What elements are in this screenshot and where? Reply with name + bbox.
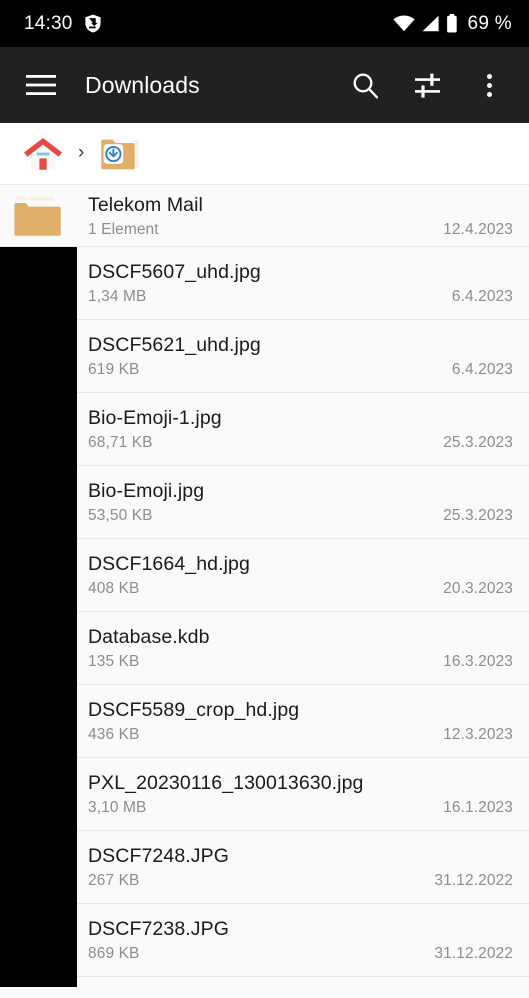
- file-name: PXL_20230116_130013630.jpg: [88, 772, 364, 794]
- status-bar-left: 14:30: [24, 13, 102, 35]
- battery-percent-label: 69 %: [467, 12, 512, 34]
- cell-signal-icon: [421, 15, 440, 32]
- search-icon: [352, 72, 379, 99]
- file-subline: 619 KB 6.4.2023: [88, 361, 517, 379]
- file-date: 25.3.2023: [443, 434, 513, 451]
- folder-icon: [8, 190, 76, 242]
- file-name: DSCF1664_hd.jpg: [88, 553, 250, 575]
- file-name: DSCF7238.JPG: [88, 918, 230, 940]
- file-size: 135 KB: [88, 653, 140, 670]
- list-item[interactable]: Database.kdb 135 KB 16.3.2023: [0, 612, 529, 685]
- file-size: 408 KB: [88, 580, 140, 597]
- list-item-meta: PXL_20230116_130013630.jpg 3,10 MB 16.1.…: [76, 771, 529, 817]
- list-item-meta: Bio-Emoji.jpg 53,50 KB 25.3.2023: [76, 479, 529, 525]
- file-name: DSCF5621_uhd.jpg: [88, 334, 261, 356]
- file-date: 16.3.2023: [443, 653, 513, 670]
- file-date: 12.4.2023: [443, 220, 513, 238]
- status-bar-right: 69 %: [393, 13, 512, 35]
- wifi-icon: [393, 15, 416, 32]
- tune-sliders-icon: [414, 72, 441, 99]
- list-item-meta: Database.kdb 135 KB 16.3.2023: [76, 625, 529, 671]
- file-size: 619 KB: [88, 361, 140, 378]
- file-name: Telekom Mail: [88, 193, 203, 216]
- filter-button[interactable]: [405, 63, 449, 107]
- list-item[interactable]: PXL_20230116_130013630.jpg 3,10 MB 16.1.…: [0, 758, 529, 831]
- list-item[interactable]: DSCF7248.JPG 267 KB 31.12.2022: [0, 831, 529, 904]
- file-size: 436 KB: [88, 726, 140, 743]
- file-date: 25.3.2023: [443, 507, 513, 524]
- list-item-meta: DSCF5607_uhd.jpg 1,34 MB 6.4.2023: [76, 260, 529, 306]
- file-subline: 267 KB 31.12.2022: [88, 872, 517, 890]
- status-bar-clock: 14:30: [24, 12, 73, 34]
- list-item-meta: DSCF5621_uhd.jpg 619 KB 6.4.2023: [76, 333, 529, 379]
- file-name: Database.kdb: [88, 626, 210, 648]
- list-item-meta: DSCF7248.JPG 267 KB 31.12.2022: [76, 844, 529, 890]
- list-item[interactable]: DSCF7238.JPG 869 KB 31.12.2022: [0, 904, 529, 977]
- file-size: 1 Element: [88, 220, 159, 238]
- file-date: 12.3.2023: [443, 726, 513, 743]
- file-subline: 408 KB 20.3.2023: [88, 580, 517, 598]
- battery-icon: [446, 14, 458, 33]
- file-subline: 436 KB 12.3.2023: [88, 726, 517, 744]
- downloads-folder-icon: [98, 134, 142, 174]
- list-item[interactable]: DSCF5607_uhd.jpg 1,34 MB 6.4.2023: [0, 247, 529, 320]
- page-title: Downloads: [85, 71, 200, 98]
- shield-sync-icon: [84, 14, 102, 33]
- list-item-meta: DSCF7238.JPG 869 KB 31.12.2022: [76, 917, 529, 963]
- status-bar: 14:30 69 %: [0, 0, 529, 47]
- file-date: 16.1.2023: [443, 799, 513, 816]
- hamburger-menu-icon: [26, 74, 56, 96]
- list-item[interactable]: Bio-Emoji-1.jpg 68,71 KB 25.3.2023: [0, 393, 529, 466]
- list-item-meta: Telekom Mail 1 Element 12.4.2023: [76, 193, 529, 239]
- file-name: DSCF7248.JPG: [88, 845, 230, 867]
- file-subline: 1,34 MB 6.4.2023: [88, 288, 517, 306]
- file-subline: 53,50 KB 25.3.2023: [88, 507, 517, 525]
- file-size: 68,71 KB: [88, 434, 153, 451]
- file-date: 31.12.2022: [434, 872, 513, 889]
- breadcrumb-separator: ›: [78, 141, 85, 163]
- list-item[interactable]: DSCF5589_crop_hd.jpg 436 KB 12.3.2023: [0, 685, 529, 758]
- list-item[interactable]: DSCF1664_hd.jpg 408 KB 20.3.2023: [0, 539, 529, 612]
- file-date: 20.3.2023: [443, 580, 513, 597]
- toolbar-actions: [343, 63, 511, 107]
- file-subline: 3,10 MB 16.1.2023: [88, 799, 517, 817]
- list-item[interactable]: DSCF5621_uhd.jpg 619 KB 6.4.2023: [0, 320, 529, 393]
- file-size: 1,34 MB: [88, 288, 147, 305]
- list-item-meta: DSCF1664_hd.jpg 408 KB 20.3.2023: [76, 552, 529, 598]
- list-item-meta: Bio-Emoji-1.jpg 68,71 KB 25.3.2023: [76, 406, 529, 452]
- file-date: 31.12.2022: [434, 945, 513, 962]
- file-date: 6.4.2023: [451, 361, 513, 378]
- file-subline: 1 Element 12.4.2023: [88, 221, 517, 239]
- hamburger-menu-button[interactable]: [19, 63, 63, 107]
- file-subline: 68,71 KB 25.3.2023: [88, 434, 517, 452]
- breadcrumb-item-home[interactable]: [18, 133, 68, 175]
- file-manager-screen: 14:30 69 % Downloads › Telekom Mail 1 El…: [0, 0, 529, 998]
- file-name: Bio-Emoji.jpg: [88, 480, 205, 502]
- file-size: 869 KB: [88, 945, 140, 962]
- file-subline: 135 KB 16.3.2023: [88, 653, 517, 671]
- breadcrumb: ›: [0, 123, 529, 185]
- file-size: 53,50 KB: [88, 507, 153, 524]
- file-size: 3,10 MB: [88, 799, 147, 816]
- file-subline: 869 KB 31.12.2022: [88, 945, 517, 963]
- home-icon: [22, 135, 64, 173]
- list-item-meta: DSCF5589_crop_hd.jpg 436 KB 12.3.2023: [76, 698, 529, 744]
- file-date: 6.4.2023: [451, 288, 513, 305]
- file-name: DSCF5607_uhd.jpg: [88, 261, 261, 283]
- list-item[interactable]: Telekom Mail 1 Element 12.4.2023: [0, 185, 529, 247]
- file-list[interactable]: Telekom Mail 1 Element 12.4.2023 DSCF560…: [0, 185, 529, 977]
- more-vertical-icon: [486, 73, 492, 97]
- overflow-menu-button[interactable]: [467, 63, 511, 107]
- list-item[interactable]: Bio-Emoji.jpg 53,50 KB 25.3.2023: [0, 466, 529, 539]
- app-toolbar: Downloads: [0, 47, 529, 123]
- search-button[interactable]: [343, 63, 387, 107]
- file-size: 267 KB: [88, 872, 140, 889]
- breadcrumb-item-downloads[interactable]: [94, 132, 146, 176]
- file-name: DSCF5589_crop_hd.jpg: [88, 699, 300, 721]
- file-name: Bio-Emoji-1.jpg: [88, 407, 222, 429]
